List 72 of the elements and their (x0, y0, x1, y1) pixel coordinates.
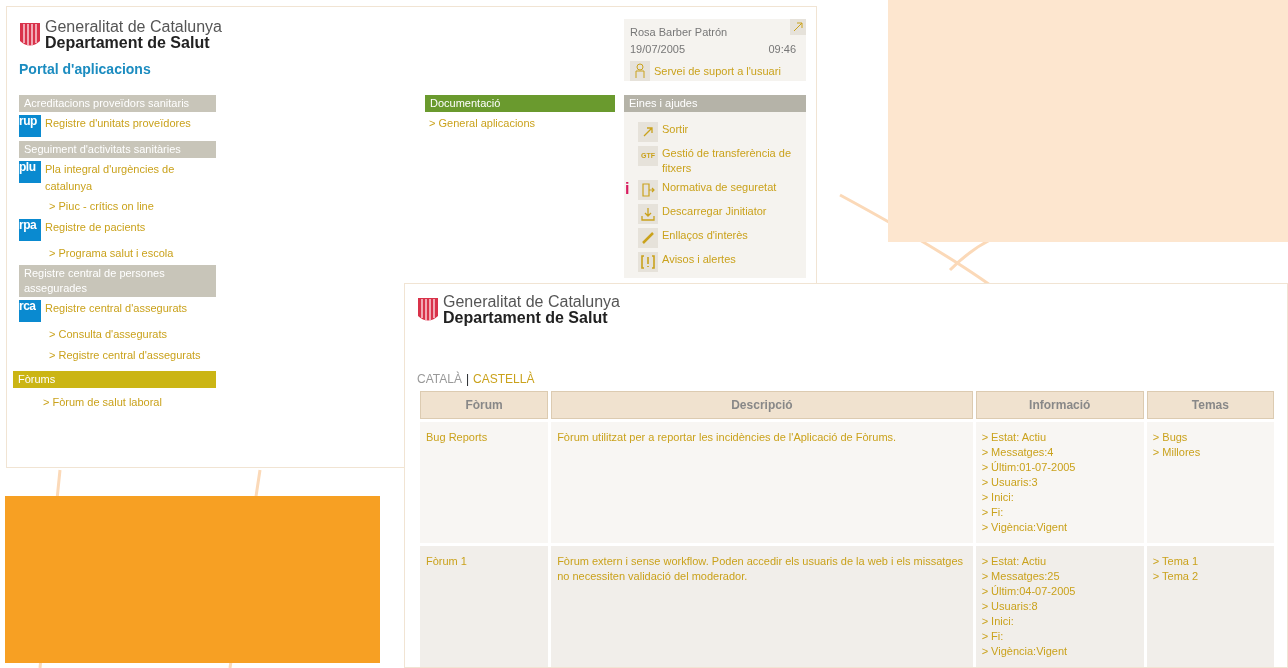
column-header: Temas (1146, 391, 1274, 419)
column-header: Informació (975, 391, 1144, 419)
date-text: 19/07/2005 (630, 41, 686, 57)
download-icon (638, 204, 658, 224)
language-link[interactable]: CASTELLÀ (473, 370, 535, 388)
app-link[interactable]: Registre de pacients (45, 218, 146, 241)
tool-link[interactable]: Sortir (662, 122, 689, 137)
user-name: Rosa Barber Patrón (630, 25, 729, 40)
tool-link[interactable]: Descarregar Jinitiator (662, 204, 767, 219)
section-heading: Eines i ajudes (624, 95, 806, 112)
forum-name[interactable]: Fòrum 1 (420, 546, 549, 667)
description-cell: Fòrum extern i sense workflow. Poden accedir els usuaris de la web i els missatges no necessiten validació del moderador. (551, 546, 973, 667)
section-heading: Registre central de persones assegurades (19, 265, 216, 297)
sub-link[interactable]: > Registre central d'assegurats (49, 346, 216, 363)
app-link[interactable]: Registre central d'assegurats (45, 300, 188, 322)
forum-name[interactable]: Bug Reports (420, 422, 549, 543)
column-header: Fòrum (420, 391, 549, 419)
info-link[interactable]: > Inici: (981, 490, 1138, 505)
logo-text: Departament de Salut (443, 310, 608, 326)
flag-emblem-icon (19, 21, 41, 49)
info-link[interactable]: > Estat: Actiu (981, 554, 1138, 569)
topic-link[interactable]: > Millores (1152, 445, 1268, 460)
doc-link[interactable]: > General aplicacions (429, 115, 615, 132)
description-cell: Fòrum utilitzat per a reportar les incidències de l'Aplicació de Fòrums. (551, 422, 973, 543)
app-logo: rca (19, 300, 41, 322)
info-link[interactable]: > Estat: Actiu (981, 430, 1138, 445)
portal-title: Portal d'aplicacions (19, 60, 152, 79)
sub-link[interactable]: > Consulta d'assegurats (49, 326, 216, 343)
app-link[interactable]: Pla integral d'urgències de catalunya (45, 161, 216, 194)
exclamation-icon (638, 252, 658, 272)
app-link[interactable]: Registre d'unitats proveïdores (45, 115, 191, 137)
logo-text: Generalitat de Catalunya (45, 19, 222, 35)
info-link[interactable]: > Inici: (981, 614, 1138, 629)
link-icon (638, 228, 658, 248)
info-link[interactable]: > Messatges:25 (981, 569, 1138, 584)
info-link[interactable]: > Vigència:Vigent (981, 520, 1138, 535)
topic-link[interactable]: > Tema 2 (1152, 569, 1268, 584)
info-link[interactable]: > Usuaris:3 (981, 475, 1138, 490)
section-heading: Documentació (425, 95, 615, 112)
topic-link[interactable]: > Bugs (1152, 430, 1268, 445)
topic-link[interactable]: > Tema 1 (1152, 554, 1268, 569)
exit-arrow-icon[interactable] (790, 19, 806, 35)
app-logo: rup (19, 115, 41, 137)
support-link[interactable]: Servei de suport a l'usuari (654, 62, 781, 80)
info-link[interactable]: > Messatges:4 (981, 445, 1138, 460)
tool-link[interactable]: Gestió de transferència de fitxers (662, 146, 800, 176)
logo-text: Generalitat de Catalunya (443, 294, 620, 310)
info-link[interactable]: > Últim:04-07-2005 (981, 584, 1138, 599)
tool-link[interactable]: Enllaços d'interès (662, 228, 748, 243)
section-heading: Seguiment d'activitats sanitàries (19, 141, 216, 158)
info-link[interactable]: > Fi: (981, 629, 1138, 644)
section-heading: Fòrums (13, 371, 216, 388)
tool-link[interactable]: Avisos i alertes (662, 252, 736, 267)
info-link[interactable]: > Usuaris:8 (981, 599, 1138, 614)
app-logo: rpa (19, 218, 41, 241)
language-link[interactable]: CATALÀ (417, 370, 462, 388)
info-marker: i (625, 180, 630, 198)
info-link[interactable]: > Vigència:Vigent (981, 644, 1138, 659)
tool-link[interactable]: Normativa de seguretat (662, 180, 777, 195)
app-logo: plu (19, 161, 41, 183)
info-link[interactable]: > Últim:01-07-2005 (981, 460, 1138, 475)
sub-link[interactable]: > Programa salut i escola (49, 244, 216, 261)
info-link[interactable]: > Fi: (981, 505, 1138, 520)
logo-text: Departament de Salut (45, 35, 210, 51)
section-heading: Acreditacions proveïdors sanitaris (19, 95, 216, 112)
flag-emblem-icon (417, 296, 439, 324)
column-header: Descripció (551, 391, 973, 419)
separator: | (465, 371, 470, 388)
sub-link[interactable]: > Piuc - crítics on line (49, 198, 216, 215)
sub-link[interactable]: > Fòrum de salut laboral (43, 394, 216, 411)
person-icon (630, 61, 650, 81)
time-text: 09:46 (768, 41, 796, 57)
